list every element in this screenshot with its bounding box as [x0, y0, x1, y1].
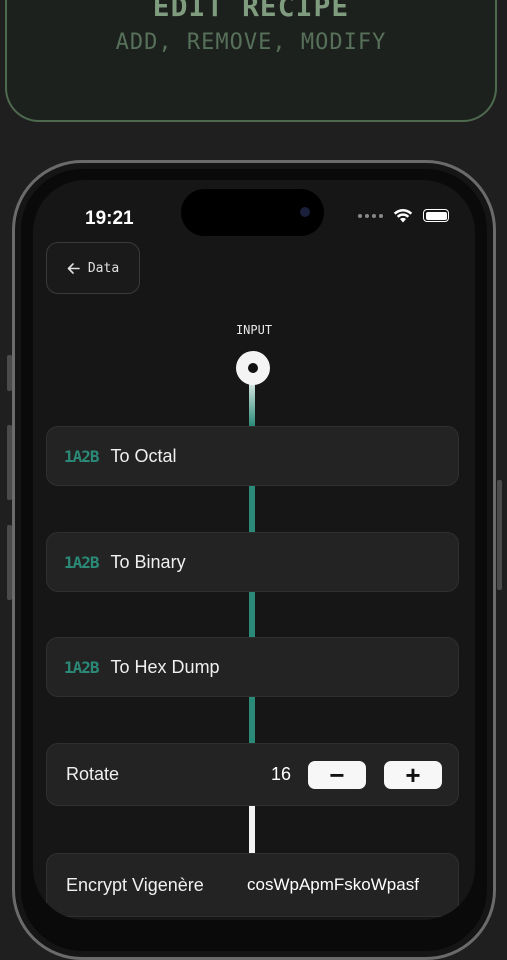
pipeline-connector	[249, 802, 255, 855]
phone-action-button	[7, 355, 12, 391]
operation-card-to-octal[interactable]: 1A2B To Octal	[46, 426, 459, 486]
operation-card-to-hex-dump[interactable]: 1A2B To Hex Dump	[46, 637, 459, 697]
input-label: INPUT	[235, 323, 273, 337]
operation-label: To Octal	[110, 445, 177, 466]
increment-button[interactable]: +	[384, 760, 442, 789]
encoding-icon: 1A2B	[64, 657, 100, 677]
pipeline-connector	[249, 485, 255, 532]
operation-card-rotate[interactable]: Rotate 16 − +	[46, 743, 459, 806]
header-banner: EDIT RECIPE ADD, REMOVE, MODIFY	[5, 0, 497, 122]
vigenere-label: Encrypt Vigenère	[66, 875, 204, 895]
rotate-value: 16	[271, 764, 292, 784]
operation-card-to-binary[interactable]: 1A2B To Binary	[46, 532, 459, 592]
operation-label: To Hex Dump	[110, 656, 220, 677]
back-button-label: Data	[87, 260, 120, 276]
operation-label: To Binary	[110, 551, 186, 572]
signal-icon	[358, 213, 383, 218]
pipeline-connector	[249, 382, 255, 426]
vigenere-key-input[interactable]: cosWpApmFskoWpasf	[247, 875, 455, 895]
encoding-icon: 1A2B	[64, 446, 100, 466]
pipeline-connector	[249, 696, 255, 743]
input-node[interactable]	[236, 351, 270, 385]
decrement-button[interactable]: −	[308, 760, 366, 789]
battery-icon	[423, 209, 449, 222]
dynamic-island	[181, 189, 324, 236]
pipeline-connector	[249, 591, 255, 638]
operation-card-encrypt-vigenere[interactable]: Encrypt Vigenère cosWpApmFskoWpasf	[46, 853, 459, 917]
back-button[interactable]: Data	[46, 242, 140, 294]
phone-power-button	[497, 480, 502, 590]
wifi-icon	[393, 208, 413, 223]
banner-subtitle: ADD, REMOVE, MODIFY	[115, 30, 387, 55]
rotate-label: Rotate	[66, 764, 120, 784]
banner-title: EDIT RECIPE	[152, 0, 350, 23]
status-time: 19:21	[85, 208, 134, 229]
status-indicators	[358, 208, 449, 223]
encoding-icon: 1A2B	[64, 552, 100, 572]
arrow-left-icon	[67, 262, 80, 274]
phone-volume-down-button	[7, 525, 12, 600]
camera-icon	[300, 207, 310, 217]
phone-screen: 19:21 Data INPUT 1A2B To Octal 1A2B To B…	[33, 180, 475, 920]
phone-volume-up-button	[7, 425, 12, 500]
